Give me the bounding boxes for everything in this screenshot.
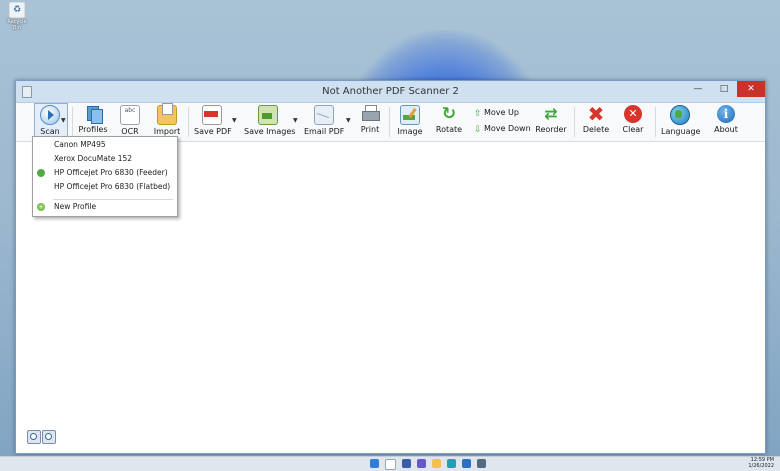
recycle-bin-icon[interactable]: ♻ Recycle Bin (4, 2, 30, 31)
system-clock[interactable]: 12:59 PM 1/26/2022 (748, 457, 774, 469)
reorder-label: Reorder (535, 125, 567, 134)
taskbar: 12:59 PM 1/26/2022 (0, 456, 780, 471)
file-explorer-icon[interactable] (432, 459, 441, 468)
image-edit-icon (400, 105, 420, 125)
search-icon[interactable] (385, 459, 396, 470)
delete-x-icon: ✖ (587, 102, 605, 126)
menu-item-hp-flatbed[interactable]: HP Officejet Pro 6830 (Flatbed) (33, 180, 177, 194)
menu-item-label: HP Officejet Pro 6830 (Feeder) (54, 168, 168, 177)
move-up-label: Move Up (484, 108, 519, 117)
about-label: About (714, 125, 738, 134)
clock-date: 1/26/2022 (748, 463, 774, 469)
menu-item-label: Canon MP495 (54, 140, 106, 149)
toolbar-separator (655, 107, 656, 137)
edge-icon[interactable] (447, 459, 456, 468)
scan-profile-menu: Canon MP495 Xerox DocuMate 152 HP Office… (32, 136, 178, 217)
scan-play-icon (40, 105, 60, 125)
email-pdf-dropdown-arrow[interactable]: ▼ (346, 117, 351, 124)
email-pdf-label: Email PDF (304, 127, 345, 136)
ocr-icon-text: abc (124, 107, 136, 114)
start-icon[interactable] (370, 459, 379, 468)
images-icon (258, 105, 278, 125)
scan-button[interactable]: Scan (36, 105, 64, 136)
zoom-controls (27, 430, 56, 444)
delete-label: Delete (582, 125, 610, 134)
info-icon: i (717, 105, 735, 123)
move-down-label: Move Down (484, 124, 531, 133)
maximize-button[interactable]: □ (711, 81, 737, 97)
store-icon[interactable] (462, 459, 471, 468)
menu-item-label: HP Officejet Pro 6830 (Flatbed) (54, 182, 171, 191)
image-label: Image (397, 127, 423, 136)
ocr-icon: abc (120, 105, 140, 125)
arrow-down-icon: ⇩ (474, 124, 482, 135)
delete-button[interactable]: ✖ Delete (582, 102, 610, 134)
save-images-dropdown-arrow[interactable]: ▼ (293, 117, 298, 124)
chat-icon[interactable] (417, 459, 426, 468)
toolbar-separator (72, 107, 73, 137)
pdf-file-icon (202, 105, 222, 125)
zoom-in-icon (45, 433, 52, 440)
save-images-button[interactable]: Save Images (244, 105, 296, 136)
print-button[interactable]: Print (357, 105, 383, 134)
rotate-label: Rotate (435, 125, 463, 134)
language-label: Language (661, 127, 701, 136)
minimize-button[interactable]: — (685, 81, 711, 97)
menu-item-label: Xerox DocuMate 152 (54, 154, 133, 163)
scan-dropdown-arrow[interactable]: ▼ (61, 117, 66, 124)
image-button[interactable]: Image (396, 105, 424, 136)
clear-label: Clear (622, 125, 644, 134)
title-bar: Not Another PDF Scanner 2 — □ ✕ (16, 81, 765, 103)
recycle-bin-label: Recycle Bin (7, 19, 27, 31)
recycle-icon: ♻ (9, 2, 25, 18)
save-pdf-label: Save PDF (194, 127, 232, 136)
reorder-button[interactable]: ⇄ Reorder (535, 104, 567, 135)
email-envelope-icon (314, 105, 334, 125)
window-title: Not Another PDF Scanner 2 (322, 86, 459, 97)
scanner-app-icon[interactable] (477, 459, 486, 468)
print-label: Print (360, 125, 380, 134)
reorder-icon: ⇄ (544, 104, 558, 123)
toolbar-separator (188, 107, 189, 137)
ocr-label: OCR (121, 127, 139, 136)
zoom-out-icon (30, 433, 37, 440)
close-button[interactable]: ✕ (737, 81, 765, 97)
email-pdf-button[interactable]: Email PDF (304, 105, 344, 136)
zoom-out-button[interactable] (27, 430, 41, 444)
profiles-label: Profiles (78, 125, 108, 134)
move-up-button[interactable]: ⇧ Move Up (474, 108, 519, 119)
move-down-button[interactable]: ⇩ Move Down (474, 124, 531, 135)
menu-item-xerox-documate[interactable]: Xerox DocuMate 152 (33, 152, 177, 166)
menu-item-hp-feeder[interactable]: HP Officejet Pro 6830 (Feeder) (33, 166, 177, 180)
import-folder-icon (157, 103, 177, 125)
import-button[interactable]: Import (152, 103, 182, 136)
save-pdf-button[interactable]: Save PDF (194, 105, 232, 136)
import-label: Import (153, 127, 181, 136)
about-button[interactable]: i About (711, 105, 741, 134)
profiles-button[interactable]: Profiles (78, 105, 108, 134)
rotate-icon: ↻ (441, 104, 457, 124)
toolbar-separator (574, 107, 575, 137)
printer-icon (361, 105, 380, 123)
rotate-button[interactable]: ↻ Rotate (434, 105, 464, 134)
language-button[interactable]: Language (661, 105, 701, 136)
task-view-icon[interactable] (402, 459, 411, 468)
globe-icon (670, 105, 690, 125)
menu-item-new-profile[interactable]: + New Profile (33, 200, 177, 214)
taskbar-apps (370, 459, 486, 470)
menu-item-label: New Profile (54, 202, 97, 211)
profiles-icon (84, 105, 103, 124)
menu-item-canon-mp495[interactable]: Canon MP495 (33, 138, 177, 152)
checkmark-icon (37, 169, 45, 177)
scan-label: Scan (40, 127, 60, 136)
ocr-button[interactable]: abc OCR (116, 105, 144, 136)
clear-button[interactable]: ✕ Clear (619, 105, 647, 134)
save-pdf-dropdown-arrow[interactable]: ▼ (232, 117, 237, 124)
zoom-in-button[interactable] (42, 430, 56, 444)
arrow-up-icon: ⇧ (474, 108, 482, 119)
toolbar-separator (389, 107, 390, 137)
plus-icon: + (37, 203, 45, 211)
clear-icon: ✕ (624, 105, 642, 123)
save-images-label: Save Images (244, 127, 296, 136)
